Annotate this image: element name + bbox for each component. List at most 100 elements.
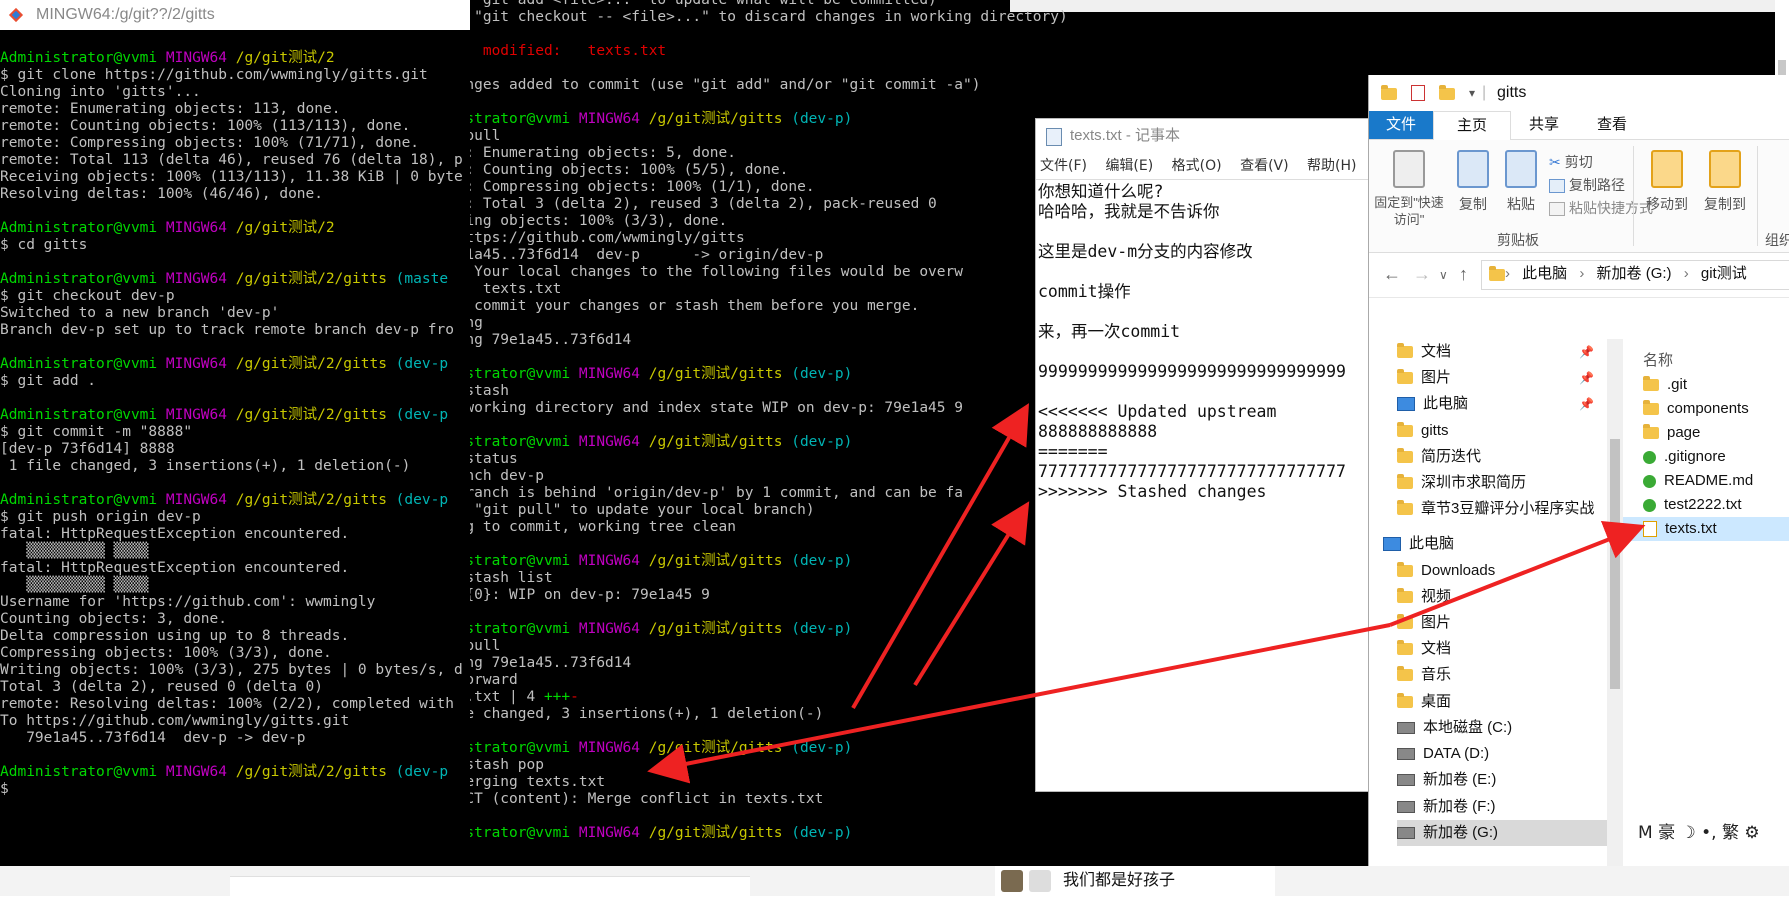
terminal-text-segment: ▒▒▒▒▒▒▒▒▒ ▒▒▒▒ bbox=[0, 543, 149, 559]
tab-view[interactable]: 查看 bbox=[1579, 111, 1645, 139]
copy-button[interactable]: 复制 bbox=[1451, 150, 1495, 214]
nav-item-label: 音乐 bbox=[1421, 666, 1452, 683]
menu-format[interactable]: 格式(O) bbox=[1172, 158, 1222, 174]
nav-item[interactable]: 文档 bbox=[1397, 339, 1451, 365]
terminal-text-segment: (use "git pull" to update your local bra… bbox=[474, 502, 815, 518]
nav-item-label: 图片 bbox=[1421, 614, 1452, 631]
nav-item[interactable]: 音乐 bbox=[1397, 662, 1451, 688]
terminal-line: Unpacking objects: 100% (3/3), done. bbox=[470, 213, 1068, 230]
tab-file[interactable]: 文件 bbox=[1369, 111, 1433, 139]
terminal-text-segment: remote: Enumerating objects: 113, done. bbox=[0, 101, 341, 117]
nav-item[interactable]: 章节3豆瓣评分小程序实战 bbox=[1397, 496, 1594, 522]
menu-help[interactable]: 帮助(H) bbox=[1307, 158, 1356, 174]
terminal-text-segment: ▒▒▒▒▒▒▒▒▒ ▒▒▒▒ bbox=[0, 577, 149, 593]
menu-view[interactable]: 查看(V) bbox=[1240, 158, 1289, 174]
ribbon-home: 固定到"快速访问" 复制 粘贴 ✂ 剪切 复制路径 粘贴快捷方式 剪贴板 移动到 … bbox=[1369, 140, 1789, 253]
pin-quick-access-button[interactable]: 固定到"快速访问" bbox=[1373, 150, 1445, 228]
file-item[interactable]: .git bbox=[1623, 373, 1789, 397]
terminal-left-output[interactable]: Administrator@vvmi MINGW64 /g/git测试/2 $ g… bbox=[0, 30, 470, 798]
file-item[interactable]: components bbox=[1623, 397, 1789, 421]
pin-icon[interactable]: 📌 bbox=[1579, 371, 1597, 385]
nav-item[interactable]: 桌面 bbox=[1397, 689, 1451, 715]
file-name: test2222.txt bbox=[1664, 496, 1742, 513]
nav-item[interactable]: 新加卷 (F:) bbox=[1397, 794, 1496, 820]
forward-arrow-icon[interactable]: → bbox=[1413, 264, 1431, 285]
nav-item[interactable]: 图片 bbox=[1397, 610, 1451, 636]
nav-item[interactable]: 此电脑 bbox=[1397, 391, 1468, 417]
scrollbar-thumb[interactable] bbox=[1610, 439, 1620, 689]
file-item[interactable]: texts.txt bbox=[1623, 517, 1789, 541]
notepad-window[interactable]: texts.txt - 记事本 文件(F) 编辑(E) 格式(O) 查看(V) … bbox=[1035, 118, 1374, 792]
nav-item[interactable]: DATA (D:) bbox=[1397, 741, 1489, 767]
notepad-text-area[interactable]: 你想知道什么呢? 哈哈哈，我就是不告诉你 这里是dev-m分支的内容修改 commit… bbox=[1036, 180, 1373, 502]
nav-item-label: 文档 bbox=[1421, 640, 1452, 657]
tab-home[interactable]: 主页 bbox=[1433, 111, 1511, 140]
terminal-right-output[interactable]: (use "git add <file>..." to update what … bbox=[470, 0, 1068, 859]
paste-button[interactable]: 粘贴 bbox=[1499, 150, 1543, 214]
menu-file[interactable]: 文件(F) bbox=[1040, 158, 1087, 174]
pin-icon[interactable]: 📌 bbox=[1579, 397, 1597, 411]
terminal-text-segment: Administrator@vvmi bbox=[0, 492, 166, 508]
notepad-line: 9999999999999999999999999999999 bbox=[1038, 362, 1346, 381]
nav-item[interactable]: Downloads bbox=[1397, 558, 1495, 584]
paste-label: 粘贴 bbox=[1507, 196, 1535, 212]
terminal-left-window[interactable]: MINGW64:/g/git??/2/gitts Administrator@v… bbox=[0, 0, 470, 866]
column-header-name[interactable]: 名称 bbox=[1643, 349, 1673, 370]
git-status-ok-icon bbox=[1643, 450, 1656, 464]
terminal-text-segment: /g/git测试/2 bbox=[235, 50, 335, 66]
nav-item[interactable]: 图片 bbox=[1397, 365, 1451, 391]
back-arrow-icon[interactable]: ← bbox=[1383, 264, 1401, 285]
nav-item[interactable]: 新加卷 (G:) bbox=[1397, 820, 1607, 846]
navigation-scrollbar[interactable] bbox=[1607, 339, 1623, 866]
nav-item[interactable]: 深圳市求职简历 bbox=[1397, 470, 1526, 496]
nav-item-label: 视频 bbox=[1421, 588, 1452, 605]
copy-path-button[interactable]: 复制路径 bbox=[1549, 175, 1625, 195]
terminal-line: $ git stash pop bbox=[470, 757, 1068, 774]
breadcrumb-git-test[interactable]: git测试 bbox=[1701, 265, 1747, 282]
nav-item[interactable]: 新加卷 (E:) bbox=[1397, 767, 1496, 793]
nav-item[interactable]: 简历迭代 bbox=[1397, 444, 1481, 470]
terminal-text-segment: nothing to commit, working tree clean bbox=[470, 519, 737, 535]
menu-edit[interactable]: 编辑(E) bbox=[1105, 158, 1153, 174]
nav-item[interactable]: 视频 bbox=[1397, 584, 1451, 610]
cut-button[interactable]: ✂ 剪切 bbox=[1549, 152, 1593, 172]
paste-icon bbox=[1505, 150, 1537, 188]
nav-item[interactable]: 文档 bbox=[1397, 636, 1451, 662]
folder-icon bbox=[1381, 85, 1397, 100]
terminal-line: Administrator@vvmi MINGW64 /g/git测试/gitt… bbox=[470, 366, 1068, 383]
notepad-line: >>>>>>> Stashed changes bbox=[1038, 482, 1267, 501]
paste-shortcut-button[interactable]: 粘贴快捷方式 bbox=[1549, 198, 1653, 218]
tab-share[interactable]: 共享 bbox=[1511, 111, 1577, 139]
move-to-button[interactable]: 移动到 bbox=[1639, 150, 1695, 214]
up-arrow-icon[interactable]: ↑ bbox=[1459, 264, 1468, 285]
navigation-pane[interactable]: 文档 📌 图片 📌 此电脑 📌 gitts 简历迭代 深圳市求职简历 章节3豆瓣评分小程序实战 此电… bbox=[1369, 339, 1607, 866]
file-name: .gitignore bbox=[1664, 448, 1726, 465]
pin-icon[interactable]: 📌 bbox=[1579, 345, 1597, 359]
copy-to-button[interactable]: 复制到 bbox=[1697, 150, 1753, 214]
nav-item[interactable]: 本地磁盘 (C:) bbox=[1397, 715, 1512, 741]
file-explorer-window[interactable]: ▾ | gitts 文件 主页 共享 查看 固定到"快速访问" 复制 粘贴 ✂ 剪… bbox=[1368, 75, 1789, 866]
file-name: .git bbox=[1667, 376, 1688, 393]
terminal-text-segment: /g/git测试/gitts bbox=[648, 366, 792, 382]
file-list[interactable]: 名称 .git components page .gitignore README.md… bbox=[1623, 339, 1789, 866]
file-item[interactable]: page bbox=[1623, 421, 1789, 445]
breadcrumb: › 此电脑 › 新加卷 (G:) › git测试 bbox=[1505, 262, 1755, 286]
new-folder-icon[interactable] bbox=[1439, 85, 1455, 100]
terminal-text-segment: remote: Total 3 (delta 2), reused 3 (del… bbox=[470, 196, 937, 212]
qat-dropdown-icon[interactable]: ▾ bbox=[1469, 75, 1475, 111]
nav-item[interactable]: gitts bbox=[1397, 418, 1449, 444]
file-item[interactable]: test2222.txt bbox=[1623, 493, 1789, 517]
breadcrumb-drive-g[interactable]: 新加卷 (G:) bbox=[1597, 265, 1672, 282]
breadcrumb-this-pc[interactable]: 此电脑 bbox=[1522, 265, 1567, 282]
recent-dropdown-icon[interactable]: ∨ bbox=[1439, 268, 1448, 282]
taskbar-notification[interactable]: 我们都是好孩子 bbox=[995, 866, 1275, 896]
file-item[interactable]: README.md bbox=[1623, 469, 1789, 493]
terminal-line: $ git clone https://github.com/wwmingly/… bbox=[0, 67, 470, 84]
properties-icon[interactable] bbox=[1411, 85, 1425, 101]
file-item[interactable]: .gitignore bbox=[1623, 445, 1789, 469]
ime-toolbar[interactable]: M 豪 ☽ •, 繁 ⚙ bbox=[1638, 818, 1760, 843]
nav-item[interactable]: 此电脑 bbox=[1383, 531, 1454, 557]
